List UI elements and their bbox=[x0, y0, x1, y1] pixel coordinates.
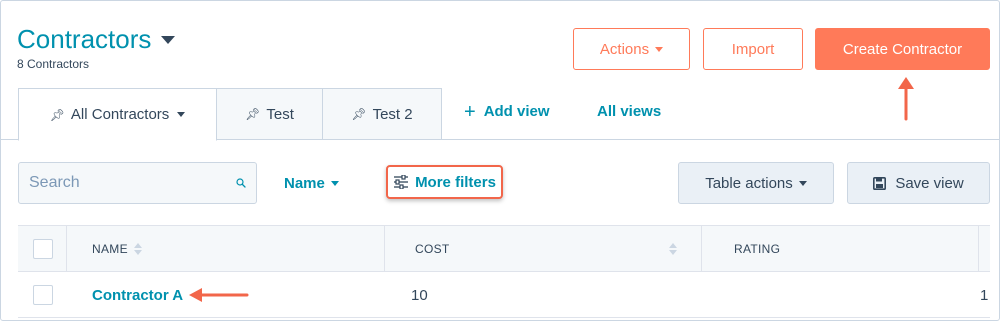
actions-label: Actions bbox=[599, 40, 650, 58]
pin-icon: 📌︎ bbox=[49, 107, 65, 122]
caret-down-icon bbox=[330, 181, 339, 186]
search-input[interactable] bbox=[29, 174, 236, 192]
actions-button[interactable]: Actions bbox=[573, 28, 690, 70]
column-divider bbox=[978, 226, 979, 272]
name-cell: Contractor A bbox=[92, 272, 183, 318]
sort-icon[interactable] bbox=[133, 243, 142, 255]
search-box bbox=[18, 162, 257, 204]
select-all-cell bbox=[33, 226, 53, 272]
all-views-link[interactable]: All views bbox=[597, 103, 661, 120]
column-header-rating[interactable]: RATING bbox=[734, 226, 780, 272]
caret-down-icon bbox=[161, 36, 176, 44]
name-filter-dropdown[interactable]: Name bbox=[284, 175, 339, 192]
pin-icon: 📌︎ bbox=[351, 107, 367, 121]
page-title: Contractors bbox=[17, 24, 152, 54]
save-view-label: Save view bbox=[895, 174, 964, 192]
save-view-button[interactable]: Save view bbox=[847, 162, 990, 204]
import-button[interactable]: Import bbox=[703, 28, 803, 70]
sort-icon[interactable] bbox=[669, 243, 677, 255]
tab-test[interactable]: 📌︎ Test bbox=[216, 88, 323, 140]
object-switcher[interactable]: Contractors bbox=[17, 23, 176, 55]
table-row: Contractor A 10 1 bbox=[18, 272, 990, 318]
annotation-arrow-left bbox=[189, 288, 249, 302]
create-label: Create Contractor bbox=[842, 40, 963, 58]
annotation-arrow-up bbox=[898, 77, 914, 121]
more-filters-label: More filters bbox=[415, 173, 496, 191]
column-header-cost[interactable]: COST bbox=[415, 226, 701, 272]
column-header-label: COST bbox=[415, 242, 450, 256]
page-header: Contractors 8 Contractors bbox=[17, 23, 176, 71]
tab-label: Test bbox=[266, 105, 294, 123]
all-views-label: All views bbox=[597, 103, 662, 120]
add-view-label: Add view bbox=[483, 103, 550, 120]
column-header-name[interactable]: NAME bbox=[92, 226, 384, 272]
table-actions-button[interactable]: Table actions bbox=[678, 162, 834, 204]
name-filter-label: Name bbox=[284, 175, 325, 192]
record-count: 8 Contractors bbox=[17, 57, 90, 71]
select-all-checkbox[interactable] bbox=[33, 239, 53, 259]
table-header: NAME COST RATING bbox=[18, 225, 990, 272]
column-header-label: NAME bbox=[92, 242, 128, 256]
column-header-label: RATING bbox=[734, 242, 781, 256]
caret-down-icon bbox=[177, 112, 186, 117]
tab-label: All Contractors bbox=[70, 106, 170, 123]
cost-cell: 10 bbox=[411, 286, 428, 304]
tab-all-contractors[interactable]: 📌︎ All Contractors bbox=[18, 88, 217, 141]
column-divider bbox=[66, 226, 67, 272]
tab-label: Test 2 bbox=[372, 105, 413, 123]
row-select-cell bbox=[33, 272, 53, 318]
tab-test-2[interactable]: 📌︎ Test 2 bbox=[322, 88, 442, 140]
record-name-link[interactable]: Contractor A bbox=[92, 287, 183, 304]
rating-cell: 1 bbox=[980, 286, 989, 304]
sliders-icon bbox=[394, 175, 409, 189]
search-icon[interactable] bbox=[236, 173, 246, 193]
pin-icon: 📌︎ bbox=[245, 107, 261, 121]
table-actions-label: Table actions bbox=[705, 174, 793, 192]
app-frame: Contractors 8 Contractors Actions Import… bbox=[0, 0, 1000, 321]
caret-down-icon bbox=[655, 46, 664, 52]
floppy-disk-icon bbox=[873, 176, 887, 190]
plus-icon: + bbox=[464, 100, 476, 123]
create-contractor-button[interactable]: Create Contractor bbox=[815, 28, 990, 70]
caret-down-icon bbox=[798, 180, 807, 186]
import-label: Import bbox=[731, 40, 775, 58]
column-divider bbox=[701, 226, 702, 272]
add-view-link[interactable]: + Add view bbox=[464, 100, 550, 123]
more-filters-button[interactable]: More filters bbox=[386, 165, 503, 199]
row-checkbox[interactable] bbox=[33, 285, 53, 305]
column-divider bbox=[384, 226, 385, 272]
